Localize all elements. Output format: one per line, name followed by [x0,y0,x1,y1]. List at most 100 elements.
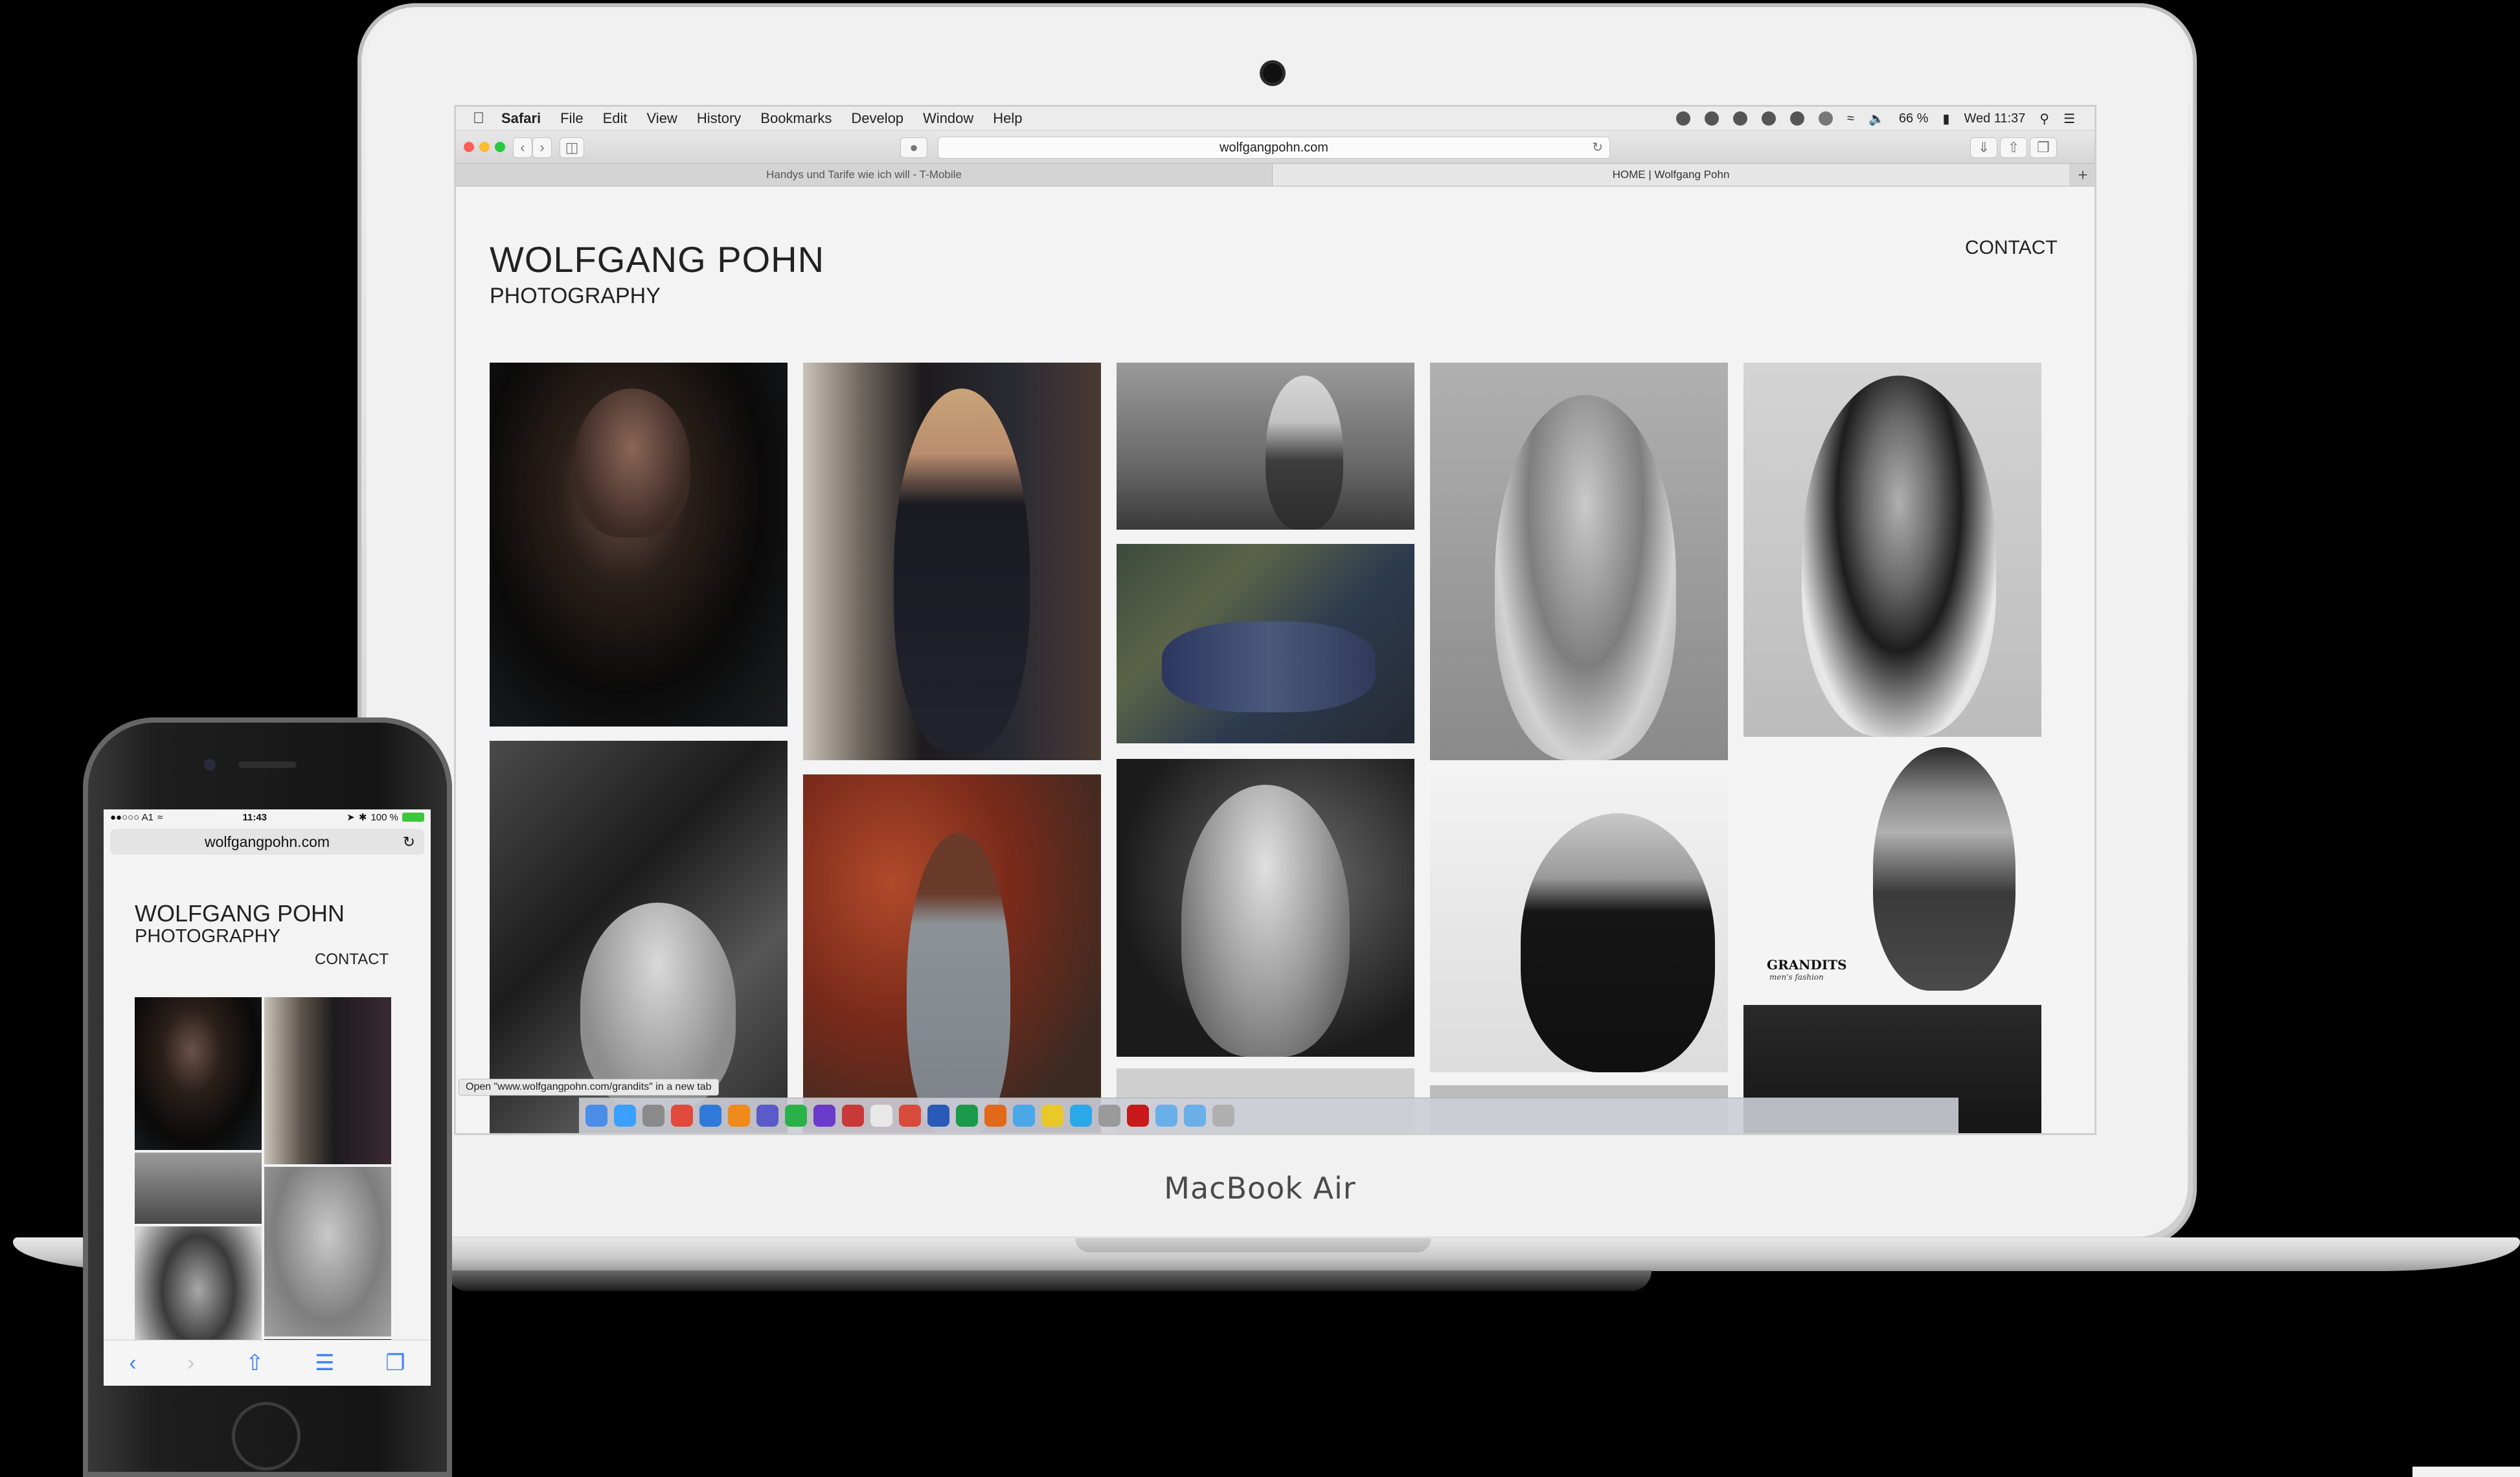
finder-icon[interactable] [585,1105,607,1127]
menu-help[interactable]: Help [993,110,1022,127]
battery-percent[interactable]: 66 % [1899,111,1929,126]
status-app-icon[interactable] [1762,111,1776,126]
word-icon[interactable] [927,1105,949,1127]
minimize-window-button[interactable] [479,142,490,152]
tab-bar: Handys und Tarife wie ich will - T-Mobil… [456,164,2094,186]
share-icon[interactable]: ⇧ [245,1350,264,1376]
safari-icon[interactable] [614,1105,636,1127]
menu-view[interactable]: View [647,110,677,127]
address-bar[interactable]: wolfgangpohn.com ↻ [938,137,1610,159]
iphone-speaker [238,761,297,768]
app-icon[interactable] [984,1105,1006,1127]
folder-icon[interactable] [1155,1105,1177,1127]
back-button[interactable]: ‹ [129,1351,136,1376]
volume-icon[interactable]: 🔈 [1868,111,1885,127]
bluetooth-icon[interactable] [1819,111,1833,126]
new-tab-button[interactable]: + [2071,164,2094,186]
tabs-overview-icon[interactable]: ❐ [2030,137,2057,158]
contact-link[interactable]: CONTACT [1965,237,2058,259]
tab-wolfgang-pohn[interactable]: HOME | Wolfgang Pohn [1272,164,2069,186]
status-app-icon[interactable] [1705,111,1720,126]
firefox-icon[interactable] [728,1105,750,1127]
iphone-home-button[interactable] [232,1402,301,1471]
reload-icon[interactable]: ↻ [403,829,415,855]
spotlight-search-icon[interactable]: ⚲ [2039,111,2049,127]
menu-history[interactable]: History [697,110,741,127]
app-icon[interactable] [1098,1105,1120,1127]
macbook-notch [1075,1238,1431,1252]
mac-menu-bar:  Safari File Edit View History Bookmark… [456,107,2094,131]
extension-icon[interactable]: ● [900,137,927,158]
site-subtitle: PHOTOGRAPHY [490,284,661,308]
folder-icon[interactable] [1184,1105,1206,1127]
portrait-photo[interactable] [135,1153,262,1224]
menu-safari[interactable]: Safari [501,110,541,127]
bookmarks-icon[interactable]: ☰ [315,1350,334,1376]
menu-file[interactable]: File [560,110,583,127]
menu-bookmarks[interactable]: Bookmarks [760,110,832,127]
battery-icon[interactable]: ▮ [1943,111,1950,127]
app-icon[interactable] [785,1105,807,1127]
portrait-photo[interactable] [1430,363,1728,760]
share-icon[interactable]: ⇧ [2000,137,2027,158]
status-app-icon[interactable] [1733,111,1748,126]
app-icon[interactable] [1013,1105,1035,1127]
app-icon[interactable] [842,1105,864,1127]
site-title[interactable]: WOLFGANG POHN [135,900,345,927]
zoom-window-button[interactable] [495,142,505,152]
back-button[interactable]: ‹ [513,137,532,158]
portrait-photo[interactable] [1117,363,1414,530]
app-icon[interactable] [756,1105,778,1127]
app-icon[interactable] [899,1105,921,1127]
tab-tmobile[interactable]: Handys und Tarife wie ich will - T-Mobil… [456,164,1272,186]
skype-icon[interactable] [1070,1105,1092,1127]
menu-edit[interactable]: Edit [603,110,628,127]
portrait-photo[interactable] [264,997,391,1164]
portrait-photo[interactable] [1430,774,1728,1072]
tabs-icon[interactable]: ❐ [385,1350,405,1376]
subject-figure [1802,376,1996,737]
close-window-button[interactable] [464,142,474,152]
menu-develop[interactable]: Develop [851,110,903,127]
portrait-photo[interactable] [1117,544,1414,743]
menu-window[interactable]: Window [923,110,973,127]
trash-icon[interactable] [1212,1105,1234,1127]
portrait-photo[interactable] [803,363,1101,760]
sidebar-toggle-icon[interactable]: ◫ [560,137,584,158]
portrait-photo[interactable] [1743,363,2041,737]
app-icon[interactable] [1041,1105,1063,1127]
apple-menu-icon[interactable]:  [456,109,501,128]
site-title[interactable]: WOLFGANG POHN [490,238,824,280]
mac-dock [579,1098,1958,1133]
status-app-icon[interactable] [1676,111,1691,126]
portrait-photo[interactable] [490,363,788,727]
menu-clock[interactable]: Wed 11:37 [1964,111,2026,126]
ios-address-bar[interactable]: wolfgangpohn.com ↻ [110,829,424,855]
chrome-icon[interactable] [671,1105,693,1127]
grandits-photo[interactable]: GRANDITS men's fashion [1743,747,2041,991]
app-icon[interactable] [813,1105,835,1127]
contact-link[interactable]: CONTACT [315,951,389,969]
app-icon[interactable] [699,1105,721,1127]
wifi-icon[interactable]: ≈ [1847,111,1854,126]
portrait-photo[interactable] [803,774,1101,1133]
portrait-photo[interactable] [135,997,262,1150]
battery-icon [402,813,424,822]
excel-icon[interactable] [956,1105,978,1127]
forward-button[interactable]: › [187,1351,194,1376]
downloads-icon[interactable]: ⇓ [1970,137,1997,158]
portrait-photo[interactable] [490,741,788,1133]
app-icon[interactable] [870,1105,892,1127]
url-text: wolfgangpohn.com [1220,141,1328,155]
time-machine-icon[interactable] [1790,111,1805,126]
app-icon[interactable] [642,1105,664,1127]
portrait-photo[interactable] [264,1167,391,1336]
notification-center-icon[interactable]: ☰ [2063,111,2075,127]
iphone-front-camera [204,759,216,771]
portrait-photo[interactable] [1117,759,1414,1057]
reload-icon[interactable]: ↻ [1592,137,1603,158]
forward-button[interactable]: › [532,137,552,158]
macbook-camera [1263,63,1282,83]
bluetooth-icon: ✱ [358,812,367,823]
acrobat-icon[interactable] [1127,1105,1149,1127]
